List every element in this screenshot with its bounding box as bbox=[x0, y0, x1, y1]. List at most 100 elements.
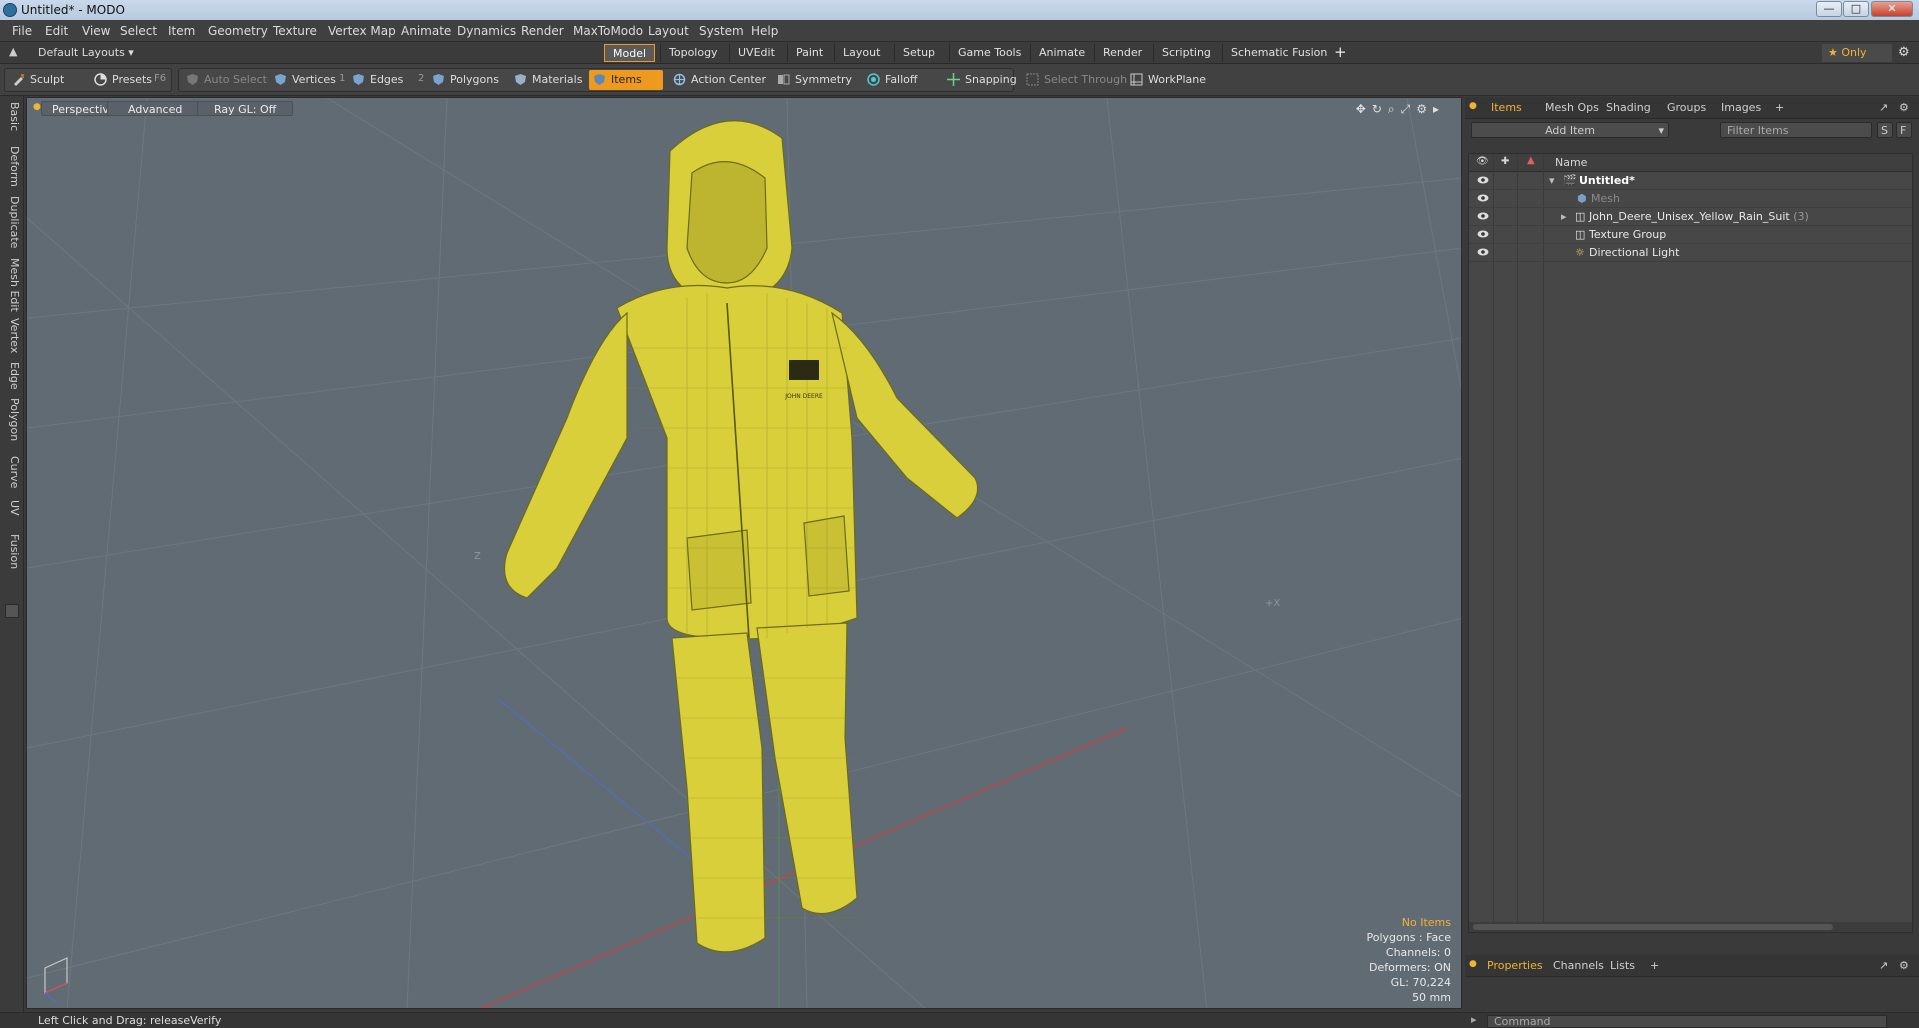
vtab-polygon[interactable]: Polygon bbox=[3, 398, 21, 441]
menu-help[interactable]: Help bbox=[751, 24, 778, 38]
vtab-curve[interactable]: Curve bbox=[3, 456, 21, 488]
vertices-button[interactable]: Vertices bbox=[270, 70, 340, 90]
tab-items[interactable]: Items bbox=[1491, 101, 1522, 114]
eye-icon[interactable] bbox=[1477, 211, 1489, 221]
sculpt-button[interactable]: Sculpt bbox=[8, 70, 68, 90]
collapse-arrow-icon[interactable]: ▾ bbox=[1549, 174, 1555, 187]
properties-dot-icon[interactable]: ● bbox=[1469, 959, 1477, 969]
tab-schematic-fusion[interactable]: Schematic Fusion bbox=[1222, 44, 1335, 62]
vtab-deform[interactable]: Deform bbox=[3, 146, 21, 187]
tab-groups[interactable]: Groups bbox=[1667, 101, 1706, 114]
tab-render[interactable]: Render bbox=[1094, 44, 1150, 62]
tab-paint[interactable]: Paint bbox=[787, 44, 831, 62]
menu-geometry[interactable]: Geometry bbox=[208, 24, 268, 38]
tab-shading[interactable]: Shading bbox=[1606, 101, 1651, 114]
panel-gear-icon[interactable]: ⚙ bbox=[1899, 101, 1909, 114]
raygl-toggle[interactable]: Ray GL: Off bbox=[197, 101, 294, 116]
vtab-vertex[interactable]: Vertex bbox=[3, 318, 21, 353]
add-layout-button[interactable]: + bbox=[1334, 43, 1347, 61]
viewport-nav-icons[interactable]: ✥↻⌕⤢⚙▸ bbox=[1356, 102, 1445, 117]
tab-model[interactable]: Model bbox=[604, 44, 656, 62]
items-button[interactable]: Items bbox=[589, 70, 663, 90]
eye-icon[interactable] bbox=[1477, 229, 1489, 239]
tab-lists[interactable]: Lists bbox=[1610, 959, 1635, 972]
rain-suit-mesh[interactable] bbox=[503, 120, 979, 953]
menu-system[interactable]: System bbox=[699, 24, 744, 38]
snapping-button[interactable]: Snapping bbox=[943, 70, 1021, 90]
expand-properties-icon[interactable]: ↗ bbox=[1879, 959, 1888, 972]
expand-panel-icon[interactable]: ↗ bbox=[1879, 101, 1888, 114]
auto-select-button[interactable]: Auto Select bbox=[182, 70, 271, 90]
list-item-mesh[interactable]: ⬢ Mesh bbox=[1469, 190, 1912, 208]
eye-icon[interactable] bbox=[1477, 247, 1489, 257]
axis-column-icon[interactable]: ▲ bbox=[1527, 155, 1535, 166]
only-toggle[interactable]: ★ Only bbox=[1822, 44, 1892, 62]
menu-select[interactable]: Select bbox=[120, 24, 157, 38]
list-item-rain-suit[interactable]: ▸ ◫ John_Deere_Unisex_Yellow_Rain_Suit (… bbox=[1469, 208, 1912, 226]
panel-toggle-button[interactable] bbox=[5, 604, 19, 618]
tab-game-tools[interactable]: Game Tools bbox=[949, 44, 1029, 62]
expand-arrow-icon[interactable]: ▸ bbox=[1561, 210, 1567, 223]
lock-column-icon[interactable]: ✚ bbox=[1501, 156, 1509, 167]
properties-gear-icon[interactable]: ⚙ bbox=[1899, 959, 1909, 972]
add-panel-tab-button[interactable]: + bbox=[1775, 101, 1784, 114]
f-toggle-button[interactable]: F bbox=[1896, 122, 1912, 138]
add-item-dropdown[interactable]: Add Item ▾ bbox=[1471, 122, 1669, 138]
vtab-fusion[interactable]: Fusion bbox=[3, 534, 21, 569]
action-center-button[interactable]: Action Center bbox=[669, 70, 770, 90]
vtab-basic[interactable]: Basic bbox=[3, 102, 21, 131]
materials-button[interactable]: Materials bbox=[510, 70, 586, 90]
symmetry-button[interactable]: Symmetry bbox=[773, 70, 856, 90]
s-toggle-button[interactable]: S bbox=[1877, 122, 1893, 138]
tab-animate[interactable]: Animate bbox=[1030, 44, 1093, 62]
tab-setup[interactable]: Setup bbox=[894, 44, 943, 62]
minimize-button[interactable]: — bbox=[1816, 1, 1842, 17]
vtab-edge[interactable]: Edge bbox=[3, 362, 21, 390]
menu-dynamics[interactable]: Dynamics bbox=[457, 24, 516, 38]
falloff-button[interactable]: Falloff bbox=[863, 70, 921, 90]
eye-icon[interactable] bbox=[1477, 175, 1489, 185]
viewport-dot-icon[interactable]: ● bbox=[33, 102, 41, 112]
menu-edit[interactable]: Edit bbox=[45, 24, 68, 38]
edges-button[interactable]: Edges bbox=[348, 70, 407, 90]
menu-render[interactable]: Render bbox=[521, 24, 564, 38]
menu-file[interactable]: File bbox=[12, 24, 32, 38]
tab-mesh-ops[interactable]: Mesh Ops bbox=[1545, 101, 1599, 114]
shading-advanced-button[interactable]: Advanced bbox=[107, 101, 204, 116]
eye-icon[interactable] bbox=[1477, 193, 1489, 203]
maximize-button[interactable]: □ bbox=[1843, 1, 1869, 17]
menu-maxtomodo[interactable]: MaxToModo bbox=[573, 24, 643, 38]
vtab-duplicate[interactable]: Duplicate bbox=[3, 196, 21, 248]
3d-viewport[interactable]: JOHN DEERE +X Z ● Perspective Advanced R… bbox=[26, 97, 1462, 1009]
list-item-directional-light[interactable]: ☼ Directional Light bbox=[1469, 244, 1912, 262]
presets-button[interactable]: Presets bbox=[90, 70, 156, 90]
close-button[interactable]: ✕ bbox=[1871, 1, 1913, 17]
polygons-button[interactable]: Polygons bbox=[428, 70, 503, 90]
list-item-untitled[interactable]: ▾ 🎬 Untitled* bbox=[1469, 172, 1912, 190]
gear-icon[interactable]: ⚙ bbox=[1898, 45, 1910, 60]
items-list-hscrollbar[interactable] bbox=[1469, 922, 1912, 932]
menu-view[interactable]: View bbox=[82, 24, 110, 38]
vtab-uv[interactable]: UV bbox=[3, 500, 21, 516]
tab-scripting[interactable]: Scripting bbox=[1153, 44, 1219, 62]
menu-vertex-map[interactable]: Vertex Map bbox=[328, 24, 396, 38]
tab-channels[interactable]: Channels bbox=[1553, 959, 1604, 972]
tab-images[interactable]: Images bbox=[1721, 101, 1761, 114]
menu-item[interactable]: Item bbox=[168, 24, 195, 38]
hscroll-thumb[interactable] bbox=[1473, 924, 1833, 930]
tab-topology[interactable]: Topology bbox=[660, 44, 726, 62]
menu-animate[interactable]: Animate bbox=[401, 24, 451, 38]
tab-properties[interactable]: Properties bbox=[1487, 959, 1543, 972]
tab-layout[interactable]: Layout bbox=[834, 44, 888, 62]
layout-arrow-icon[interactable]: ▲ bbox=[9, 45, 17, 58]
menu-texture[interactable]: Texture bbox=[273, 24, 317, 38]
command-input[interactable]: Command bbox=[1487, 1015, 1887, 1028]
add-properties-tab-button[interactable]: + bbox=[1650, 959, 1659, 972]
tab-uvedit[interactable]: UVEdit bbox=[729, 44, 783, 62]
select-through-button[interactable]: Select Through bbox=[1022, 70, 1131, 90]
name-column-header[interactable]: Name bbox=[1555, 156, 1587, 169]
list-item-texture-group[interactable]: ◫ Texture Group bbox=[1469, 226, 1912, 244]
vtab-mesh-edit[interactable]: Mesh Edit bbox=[3, 258, 21, 312]
visibility-column-icon[interactable]: 👁 bbox=[1476, 156, 1489, 167]
filter-items-input[interactable]: Filter Items bbox=[1720, 122, 1872, 138]
